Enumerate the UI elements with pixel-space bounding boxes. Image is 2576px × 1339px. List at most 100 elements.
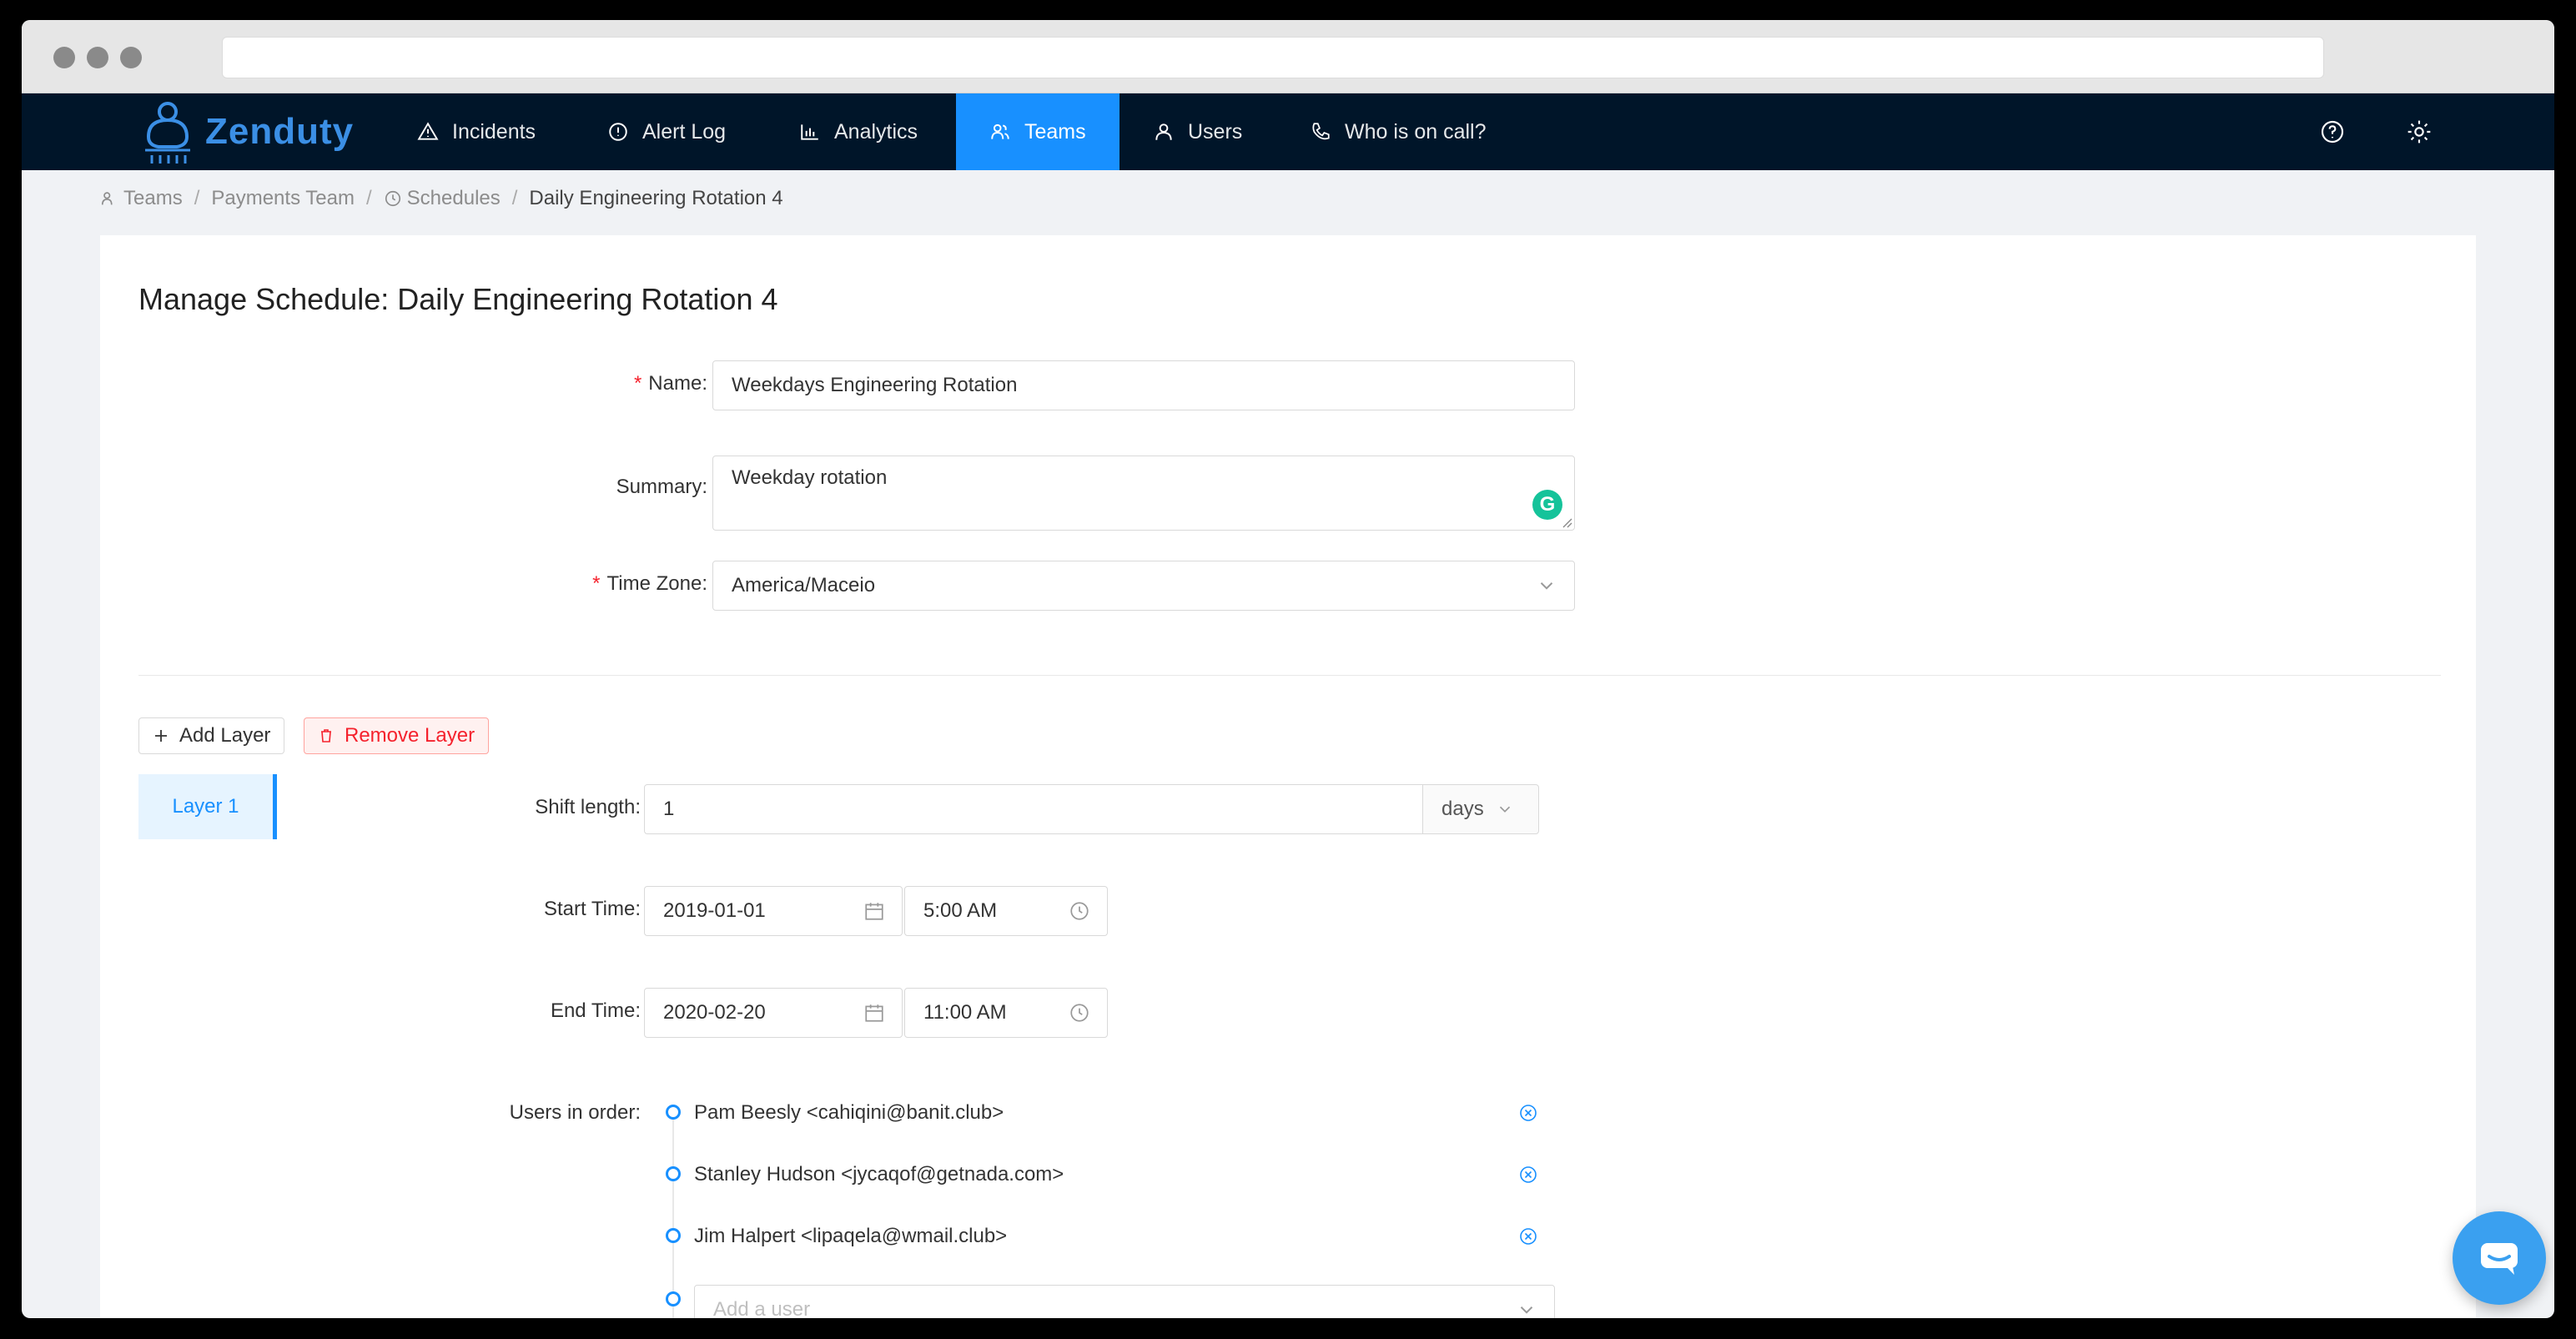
end-time-picker[interactable]: 11:00 AM [904, 988, 1108, 1038]
schedule-card: Manage Schedule: Daily Engineering Rotat… [100, 235, 2476, 1318]
summary-textarea[interactable]: Weekday rotation G [712, 456, 1575, 531]
help-icon[interactable] [2319, 118, 2346, 145]
remove-layer-button[interactable]: Remove Layer [304, 717, 490, 754]
summary-label: Summary: [616, 476, 707, 498]
nav-teams[interactable]: Teams [956, 93, 1119, 170]
calendar-icon [865, 1004, 883, 1022]
user-item: Stanley Hudson <jycaqof@getnada.com> [694, 1163, 1064, 1185]
end-date-picker[interactable]: 2020-02-20 [644, 988, 903, 1038]
label-text: Shift length [535, 796, 636, 818]
breadcrumb-separator: / [194, 187, 200, 209]
minimize-window-button[interactable] [87, 47, 108, 68]
button-label: Add Layer [179, 724, 271, 747]
nav-label: Teams [1024, 119, 1086, 143]
add-user-placeholder: Add a user [713, 1298, 811, 1318]
button-label: Remove Layer [345, 724, 475, 747]
chevron-down-icon [1499, 806, 1510, 813]
label-text: Start Time [543, 898, 636, 920]
shift-length-input[interactable]: 1 [644, 784, 1423, 834]
brand-logo[interactable]: Zenduty [138, 93, 354, 170]
add-layer-button[interactable]: Add Layer [138, 717, 285, 754]
zenduty-logo-icon [145, 102, 190, 164]
bar-chart-icon [801, 124, 818, 140]
timeline-line [672, 1115, 674, 1318]
shift-unit-value: days [1441, 798, 1484, 820]
nav-users[interactable]: Users [1153, 93, 1242, 170]
chat-widget-button[interactable] [2453, 1211, 2546, 1305]
label-text: Name [648, 372, 702, 395]
phone-icon [1312, 123, 1330, 140]
timeline-dot [666, 1166, 681, 1181]
user-item: Pam Beesly <cahiqini@banit.club> [694, 1101, 1004, 1124]
settings-icon[interactable] [2406, 118, 2433, 145]
browser-window: Zenduty Incidents Alert Log Analytics Te… [22, 20, 2554, 1318]
breadcrumb-separator: / [511, 187, 518, 209]
summary-text: Weekday rotation [732, 466, 888, 489]
shift-unit-select[interactable]: days [1422, 784, 1539, 834]
clock-icon [1070, 1004, 1089, 1022]
clock-icon [1070, 902, 1089, 920]
chat-icon [2481, 1243, 2518, 1275]
nav-alert-log[interactable]: Alert Log [607, 93, 726, 170]
info-icon [609, 123, 627, 141]
nav-label: Incidents [452, 119, 536, 143]
name-input[interactable]: Weekdays Engineering Rotation [712, 360, 1575, 410]
warning-icon [417, 122, 439, 140]
nav-label: Who is on call? [1345, 119, 1487, 143]
shift-length-label: Shift length: [535, 796, 641, 818]
users-in-order-label: Users in order: [509, 1101, 641, 1124]
timeline-dot [666, 1228, 681, 1243]
clock-icon [385, 190, 400, 207]
remove-user-icon[interactable] [1518, 1165, 1538, 1185]
nav-label: Users [1188, 119, 1243, 143]
timeline-dot [666, 1291, 681, 1306]
page-title: Manage Schedule: Daily Engineering Rotat… [138, 282, 778, 316]
timezone-value: America/Maceio [732, 574, 876, 597]
label-text: Users in order [509, 1101, 636, 1124]
plus-icon [155, 730, 167, 742]
nav-incidents[interactable]: Incidents [417, 93, 536, 170]
nav-who-is-on-call[interactable]: Who is on call? [1310, 93, 1487, 170]
nav-label: Alert Log [642, 119, 727, 143]
remove-user-icon[interactable] [1518, 1103, 1538, 1123]
chevron-down-icon [1520, 1306, 1533, 1314]
start-time-value: 5:00 AM [923, 899, 998, 922]
nav-analytics[interactable]: Analytics [799, 93, 918, 170]
grammarly-icon[interactable]: G [1532, 490, 1562, 520]
start-date-picker[interactable]: 2019-01-01 [644, 886, 903, 936]
breadcrumb: Teams / Payments Team / Schedules / Dail… [100, 182, 783, 215]
trash-icon [321, 729, 331, 742]
timezone-select[interactable]: America/Maceio [712, 561, 1575, 611]
end-time-value: 11:00 AM [923, 1001, 1007, 1024]
label-text: End Time [550, 999, 636, 1022]
section-divider [138, 675, 2441, 676]
team-icon [101, 192, 113, 205]
start-time-picker[interactable]: 5:00 AM [904, 886, 1108, 936]
user-item: Jim Halpert <lipaqela@wmail.club> [694, 1225, 1008, 1247]
timezone-label: * Time Zone: [592, 572, 707, 595]
remove-user-icon[interactable] [1518, 1226, 1538, 1246]
required-mark: * [633, 372, 642, 395]
calendar-icon [865, 903, 883, 920]
breadcrumb-label: Schedules [406, 187, 501, 209]
breadcrumb-team[interactable]: Payments Team [211, 187, 355, 210]
label-text: Time Zone [606, 572, 702, 595]
end-time-label: End Time: [550, 999, 641, 1022]
required-mark: * [592, 572, 601, 595]
address-bar[interactable] [222, 37, 2324, 78]
top-navbar: Zenduty Incidents Alert Log Analytics Te… [22, 93, 2554, 170]
name-label: * Name: [633, 372, 707, 395]
brand-name: Zenduty [205, 111, 355, 152]
maximize-window-button[interactable] [120, 47, 142, 68]
breadcrumb-schedules[interactable]: Schedules [384, 187, 501, 210]
start-date-value: 2019-01-01 [663, 899, 766, 922]
nav-label: Analytics [834, 119, 918, 143]
breadcrumb-separator: / [366, 187, 372, 209]
resize-handle-icon[interactable] [1561, 516, 1572, 528]
breadcrumb-teams[interactable]: Teams [100, 187, 183, 210]
timeline-dot [666, 1105, 681, 1120]
add-user-select[interactable]: Add a user [694, 1285, 1555, 1318]
breadcrumb-current: Daily Engineering Rotation 4 [529, 187, 783, 209]
close-window-button[interactable] [53, 47, 75, 68]
start-time-label: Start Time: [543, 898, 641, 920]
